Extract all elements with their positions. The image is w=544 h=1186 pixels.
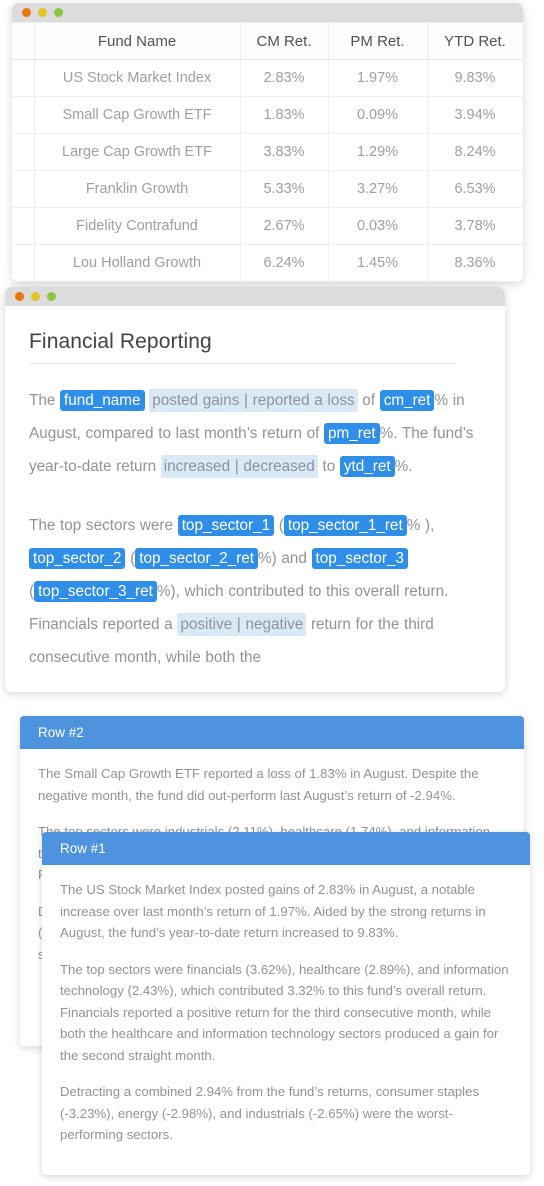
- cell-cm-ret: 3.83%: [239, 133, 329, 171]
- table-row[interactable]: Large Cap Growth ETF 3.83% 1.29% 8.24%: [12, 133, 523, 171]
- column-header-fund-name[interactable]: Fund Name: [33, 22, 241, 60]
- variable-token-top-sector-2[interactable]: top_sector_2: [29, 548, 126, 569]
- cell-fund-name: US Stock Market Index: [33, 59, 241, 97]
- maximize-dot-icon[interactable]: [54, 8, 63, 17]
- table-row[interactable]: Fidelity Contrafund 2.67% 0.03% 3.78%: [12, 207, 523, 245]
- card-paragraph: The Small Cap Growth ETF reported a loss…: [38, 766, 479, 803]
- variable-token-top-sector-1[interactable]: top_sector_1: [177, 515, 275, 536]
- cell-fund-name: Lou Holland Growth: [33, 244, 241, 282]
- cell-ytd-ret: 6.53%: [426, 170, 523, 208]
- column-header-pm-ret[interactable]: PM Ret.: [327, 22, 428, 60]
- conditional-token-increased-decreased[interactable]: increased | decreased: [160, 455, 318, 478]
- column-header-cm-ret[interactable]: CM Ret.: [239, 22, 329, 60]
- cell-fund-name: Fidelity Contrafund: [33, 207, 241, 245]
- cell-cm-ret: 6.24%: [239, 244, 329, 282]
- variable-token-top-sector-1-ret[interactable]: top_sector_1_ret: [283, 515, 407, 536]
- variable-token-top-sector-3-ret[interactable]: top_sector_3_ret: [34, 581, 157, 602]
- cell-ytd-ret: 8.36%: [426, 244, 523, 282]
- card-paragraph: Detracting a combined 2.94% from the fun…: [60, 1084, 480, 1142]
- cell-fund-name: Large Cap Growth ETF: [33, 133, 241, 171]
- cell-pm-ret: 1.29%: [327, 133, 428, 171]
- conditional-token-gains-loss[interactable]: posted gains | reported a loss: [149, 389, 358, 412]
- result-card-row-1[interactable]: Row #1 The US Stock Market Index posted …: [42, 832, 530, 1175]
- text-segment: The: [29, 392, 61, 409]
- table-row[interactable]: Small Cap Growth ETF 1.83% 0.09% 3.94%: [12, 96, 523, 134]
- minimize-dot-icon[interactable]: [38, 8, 47, 17]
- variable-token-ytd-ret[interactable]: ytd_ret: [339, 456, 395, 477]
- cell-cm-ret: 2.67%: [239, 207, 329, 245]
- variable-token-top-sector-2-ret[interactable]: top_sector_2_ret: [135, 548, 259, 569]
- template-paragraph-1[interactable]: The fund_name posted gains | reported a …: [29, 384, 483, 483]
- cell-fund-name: Franklin Growth: [33, 170, 241, 208]
- cell-ytd-ret: 3.94%: [426, 96, 523, 134]
- cell-ytd-ret: 8.24%: [426, 133, 523, 171]
- row-gutter-cell[interactable]: [12, 59, 35, 97]
- card-paragraph: The top sectors were financials (3.62%),…: [60, 961, 509, 1063]
- table-row[interactable]: Franklin Growth 5.33% 3.27% 6.53%: [12, 170, 523, 208]
- card-header-label[interactable]: Row #1: [42, 832, 530, 865]
- fund-table: Fund Name CM Ret. PM Ret. YTD Ret. US St…: [12, 22, 523, 282]
- close-dot-icon[interactable]: [22, 8, 31, 17]
- cell-fund-name: Small Cap Growth ETF: [33, 96, 241, 134]
- row-gutter-header: [12, 22, 35, 60]
- title-divider: [29, 363, 456, 364]
- text-segment: % ),: [406, 517, 435, 534]
- page-title: Financial Reporting: [29, 330, 212, 353]
- card-body: The US Stock Market Index posted gains o…: [42, 865, 530, 1162]
- row-gutter-cell[interactable]: [12, 133, 35, 171]
- cell-ytd-ret: 3.78%: [426, 207, 523, 245]
- cell-pm-ret: 1.97%: [327, 59, 428, 97]
- window-titlebar[interactable]: [12, 3, 523, 22]
- variable-token-cm-ret[interactable]: cm_ret: [379, 390, 435, 411]
- fund-table-window: Fund Name CM Ret. PM Ret. YTD Ret. US St…: [12, 3, 523, 282]
- cell-pm-ret: 0.09%: [327, 96, 428, 134]
- card-paragraph: The US Stock Market Index posted gains o…: [60, 882, 486, 940]
- cell-pm-ret: 3.27%: [327, 170, 428, 208]
- app-stage: Fund Name CM Ret. PM Ret. YTD Ret. US St…: [0, 0, 544, 1186]
- variable-token-top-sector-3[interactable]: top_sector_3: [311, 548, 408, 569]
- text-segment: of: [357, 392, 380, 409]
- row-gutter-cell[interactable]: [12, 207, 35, 245]
- row-gutter-cell[interactable]: [12, 170, 35, 208]
- row-gutter-cell[interactable]: [12, 96, 35, 134]
- cell-pm-ret: 1.45%: [327, 244, 428, 282]
- card-header-label[interactable]: Row #2: [20, 716, 524, 749]
- cell-cm-ret: 5.33%: [239, 170, 329, 208]
- minimize-dot-icon[interactable]: [31, 292, 40, 301]
- template-paragraph-2[interactable]: The top sectors were top_sector_1 (top_s…: [29, 509, 483, 674]
- conditional-token-positive-negative[interactable]: positive | negative: [177, 613, 307, 636]
- text-segment: The top sectors were: [29, 517, 178, 534]
- table-row[interactable]: US Stock Market Index 2.83% 1.97% 9.83%: [12, 59, 523, 97]
- window-titlebar[interactable]: [5, 287, 505, 306]
- cell-cm-ret: 2.83%: [239, 59, 329, 97]
- cell-pm-ret: 0.03%: [327, 207, 428, 245]
- text-segment: %) and: [258, 550, 312, 567]
- table-header-row: Fund Name CM Ret. PM Ret. YTD Ret.: [12, 22, 523, 60]
- table-row[interactable]: Lou Holland Growth 6.24% 1.45% 8.36%: [12, 244, 523, 282]
- row-gutter-cell[interactable]: [12, 244, 35, 282]
- template-document[interactable]: Financial Reporting The fund_name posted…: [5, 306, 505, 692]
- text-segment: %.: [394, 458, 413, 475]
- cell-ytd-ret: 9.83%: [426, 59, 523, 97]
- maximize-dot-icon[interactable]: [47, 292, 56, 301]
- cell-cm-ret: 1.83%: [239, 96, 329, 134]
- text-segment: (: [274, 517, 284, 534]
- variable-token-pm-ret[interactable]: pm_ret: [324, 423, 380, 444]
- variable-token-fund-name[interactable]: fund_name: [60, 390, 145, 411]
- text-segment: to: [317, 458, 340, 475]
- fund-table-scroll[interactable]: Fund Name CM Ret. PM Ret. YTD Ret. US St…: [12, 22, 523, 282]
- template-editor-window: Financial Reporting The fund_name posted…: [5, 287, 505, 692]
- text-segment: (: [125, 550, 136, 567]
- column-header-ytd-ret[interactable]: YTD Ret.: [426, 22, 523, 60]
- close-dot-icon[interactable]: [15, 292, 24, 301]
